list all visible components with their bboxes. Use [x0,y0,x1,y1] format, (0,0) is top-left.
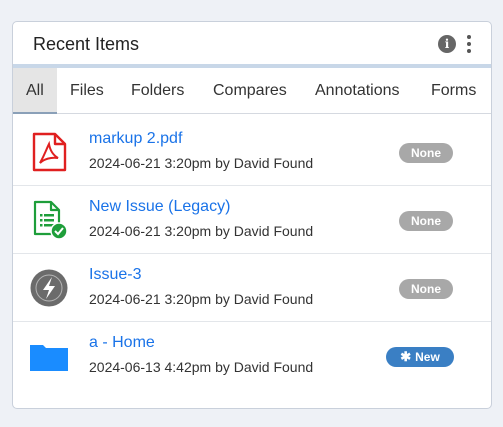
item-title-link[interactable]: a - Home [89,334,155,352]
kebab-menu-icon[interactable] [463,34,475,54]
pdf-file-icon [29,132,69,172]
item-meta: 2024-06-21 3:20pm by David Found [89,291,314,307]
tab-forms[interactable]: Forms [431,68,476,114]
tab-compares[interactable]: Compares [213,68,287,114]
panel-title: Recent Items [33,34,140,54]
tab-bar: All Files Folders Compares Annotations F… [13,68,491,114]
item-meta: 2024-06-21 3:20pm by David Found [89,223,314,239]
tab-files[interactable]: Files [70,68,104,114]
item-title-link[interactable]: Issue-3 [89,266,141,284]
item-title-link[interactable]: New Issue (Legacy) [89,198,230,216]
list-item[interactable]: Issue-3 2024-06-21 3:20pm by David Found… [13,254,491,322]
recent-items-panel: Recent Items i All Files Folders Compare… [12,21,492,409]
item-meta: 2024-06-13 4:42pm by David Found [89,359,314,375]
lightning-icon [29,268,69,308]
tab-annotations[interactable]: Annotations [315,68,400,114]
items-list: markup 2.pdf 2024-06-21 3:20pm by David … [13,118,491,408]
info-icon[interactable]: i [438,35,456,53]
issue-form-icon [29,200,69,240]
asterisk-icon: ✱ [400,349,412,364]
list-item[interactable]: markup 2.pdf 2024-06-21 3:20pm by David … [13,118,491,186]
status-badge: None [399,143,453,163]
item-meta: 2024-06-21 3:20pm by David Found [89,155,314,171]
tab-all[interactable]: All [13,68,57,114]
tab-folders[interactable]: Folders [131,68,184,114]
status-badge: ✱ New [386,347,454,367]
list-item[interactable]: a - Home 2024-06-13 4:42pm by David Foun… [13,322,491,390]
list-item[interactable]: New Issue (Legacy) 2024-06-21 3:20pm by … [13,186,491,254]
badge-label: New [415,350,440,364]
folder-icon [29,336,69,376]
status-badge: None [399,211,453,231]
panel-header: Recent Items i [13,22,491,68]
item-title-link[interactable]: markup 2.pdf [89,130,182,148]
status-badge: None [399,279,453,299]
